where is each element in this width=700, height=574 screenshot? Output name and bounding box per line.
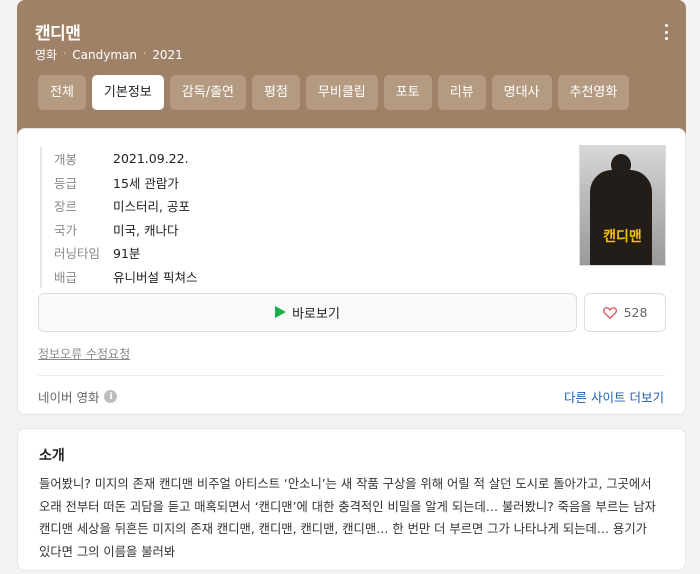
info-value: 유니버설 픽쳐스 xyxy=(113,269,198,285)
info-row-release: 개봉 2021.09.22. xyxy=(54,147,197,171)
info-label: 개봉 xyxy=(54,152,78,168)
more-options-icon[interactable] xyxy=(664,24,668,40)
info-value: 15세 관람가 xyxy=(113,175,179,191)
intro-title: 소개 xyxy=(39,448,65,464)
info-label: 등급 xyxy=(54,175,78,191)
report-error-link[interactable]: 정보오류 수정요청 xyxy=(38,345,130,362)
poster-title: 캔디맨 xyxy=(603,229,642,245)
info-icon[interactable]: i xyxy=(104,390,118,403)
poster-figure xyxy=(590,170,652,265)
tab-ratings[interactable]: 평점 xyxy=(252,75,300,110)
tab-quotes[interactable]: 명대사 xyxy=(491,75,552,110)
divider xyxy=(38,375,665,376)
info-row-runtime: 러닝타임 91분 xyxy=(54,241,197,265)
play-icon xyxy=(275,306,287,319)
movie-subtitle: 영화 · Candyman · 2021 xyxy=(35,46,183,63)
info-value: 미스터리, 공포 xyxy=(113,199,190,215)
tab-recommended[interactable]: 추천영화 xyxy=(557,75,630,110)
intro-text: 들어봤니? 미지의 존재 캔디맨 비주얼 아티스트 ‘안소니’는 새 작품 구상… xyxy=(39,477,656,559)
movie-original-title: Candyman xyxy=(72,47,137,62)
info-label: 국가 xyxy=(54,222,78,238)
like-count: 528 xyxy=(623,305,648,320)
movie-category: 영화 xyxy=(35,48,58,62)
separator-dot: · xyxy=(143,49,147,60)
info-list: 개봉 2021.09.22. 등급 15세 관람가 장르 미스터리, 공포 국가… xyxy=(40,147,197,288)
like-button[interactable]: 528 xyxy=(584,293,666,332)
source-label: 네이버 영화 i xyxy=(38,387,118,406)
watch-now-label: 바로보기 xyxy=(292,307,340,322)
info-value: 91분 xyxy=(113,246,141,262)
tab-cast[interactable]: 감독/출연 xyxy=(169,75,246,110)
basic-info-card: 개봉 2021.09.22. 등급 15세 관람가 장르 미스터리, 공포 국가… xyxy=(17,128,686,415)
separator-dot: · xyxy=(63,49,67,60)
heart-icon xyxy=(602,306,617,319)
info-value: 2021.09.22. xyxy=(113,151,189,167)
poster-figure-head xyxy=(611,154,631,176)
info-row-rating: 등급 15세 관람가 xyxy=(54,171,197,195)
intro-card: 소개 들어봤니? 미지의 존재 캔디맨 비주얼 아티스트 ‘안소니’는 새 작품… xyxy=(17,428,686,571)
info-value: 미국, 캐나다 xyxy=(113,222,179,238)
info-label: 러닝타임 xyxy=(54,246,101,262)
movie-year: 2021 xyxy=(152,47,183,62)
movie-title: 캔디맨 xyxy=(35,24,81,44)
info-row-distributor: 배급 유니버설 픽쳐스 xyxy=(54,265,197,289)
info-row-genre: 장르 미스터리, 공포 xyxy=(54,194,197,218)
tab-basic-info[interactable]: 기본정보 xyxy=(91,75,164,110)
movie-poster[interactable]: 캔디맨 xyxy=(579,145,666,266)
tab-reviews[interactable]: 리뷰 xyxy=(437,75,486,110)
other-sites-link[interactable]: 다른 사이트 더보기 xyxy=(564,387,664,406)
tab-movie-clips[interactable]: 무비클립 xyxy=(305,75,378,110)
info-label: 배급 xyxy=(54,269,78,285)
info-row-country: 국가 미국, 캐나다 xyxy=(54,218,197,242)
source-name: 네이버 영화 xyxy=(38,390,100,405)
info-label: 장르 xyxy=(54,199,78,215)
watch-now-button[interactable]: 바로보기 xyxy=(38,293,577,332)
tab-photos[interactable]: 포토 xyxy=(383,75,432,110)
tab-all[interactable]: 전체 xyxy=(38,75,86,110)
tab-bar: 전체 기본정보 감독/출연 평점 무비클립 포토 리뷰 명대사 추천영화 xyxy=(38,75,635,110)
